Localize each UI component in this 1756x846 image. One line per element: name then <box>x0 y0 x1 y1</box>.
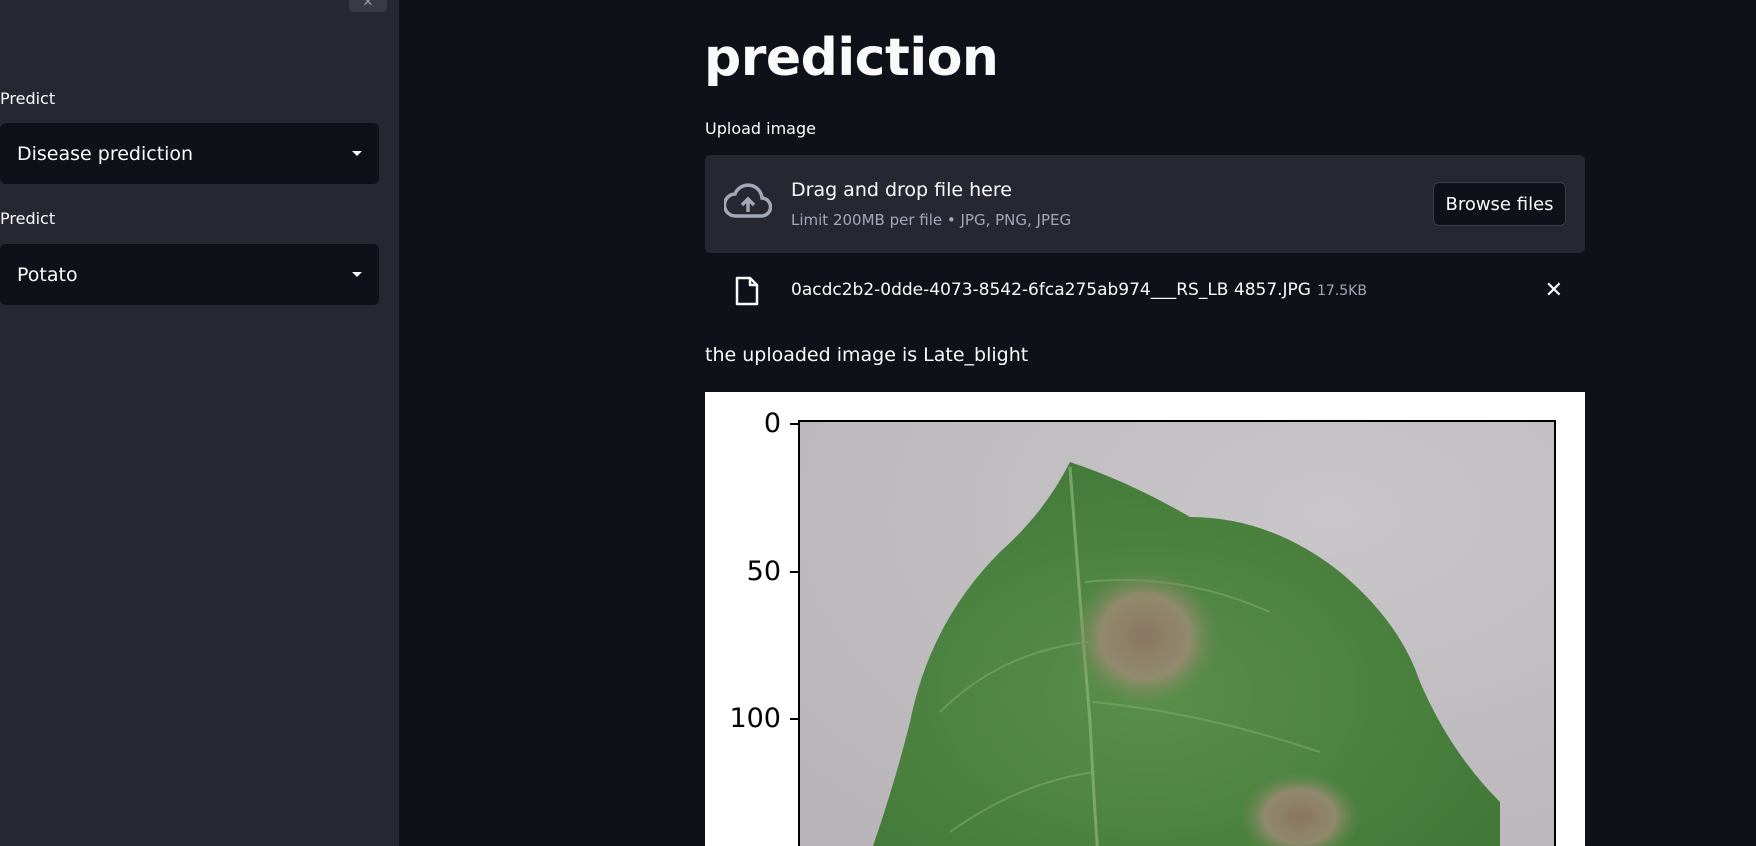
y-tick <box>790 423 798 425</box>
close-icon: ✕ <box>362 0 374 10</box>
y-tick-label: 0 <box>763 408 781 439</box>
sidebar: ✕ Predict Disease prediction Predict Pot… <box>0 0 399 846</box>
sidebar-collapse-button[interactable]: ✕ <box>349 0 387 12</box>
file-icon <box>735 276 759 306</box>
dropzone-title: Drag and drop file here <box>791 179 1012 201</box>
page-title: prediction <box>704 28 999 88</box>
remove-file-button[interactable]: ✕ <box>1545 278 1563 303</box>
dropzone-subtitle: Limit 200MB per file • JPG, PNG, JPEG <box>791 211 1072 229</box>
chevron-down-icon <box>352 272 362 277</box>
crop-value: Potato <box>17 263 78 286</box>
y-tick-label: 100 <box>729 703 781 734</box>
cloud-upload-icon <box>724 183 772 218</box>
predict-type-select[interactable]: Disease prediction <box>0 123 379 184</box>
result-figure: 0 50 100 <box>705 392 1585 846</box>
predict-type-value: Disease prediction <box>17 142 194 165</box>
file-name: 0acdc2b2-0dde-4073-8542-6fca275ab974___R… <box>791 280 1367 300</box>
browse-files-button[interactable]: Browse files <box>1433 182 1566 226</box>
crop-select[interactable]: Potato <box>0 244 379 305</box>
prediction-result: the uploaded image is Late_blight <box>705 344 1029 366</box>
close-icon: ✕ <box>1544 278 1563 303</box>
uploaded-file-row: 0acdc2b2-0dde-4073-8542-6fca275ab974___R… <box>705 271 1585 311</box>
crop-label: Predict <box>0 209 56 228</box>
predict-type-label: Predict <box>0 89 56 108</box>
upload-label: Upload image <box>705 119 816 138</box>
file-size: 17.5KB <box>1316 283 1367 299</box>
y-tick <box>790 718 798 720</box>
chevron-down-icon <box>352 151 362 156</box>
potato-leaf-image <box>800 422 1554 846</box>
file-dropzone[interactable]: Drag and drop file here Limit 200MB per … <box>705 155 1585 253</box>
y-tick-label: 50 <box>746 556 781 587</box>
y-tick <box>790 571 798 573</box>
leaf-image <box>798 420 1556 846</box>
file-name-text: 0acdc2b2-0dde-4073-8542-6fca275ab974___R… <box>791 280 1311 300</box>
